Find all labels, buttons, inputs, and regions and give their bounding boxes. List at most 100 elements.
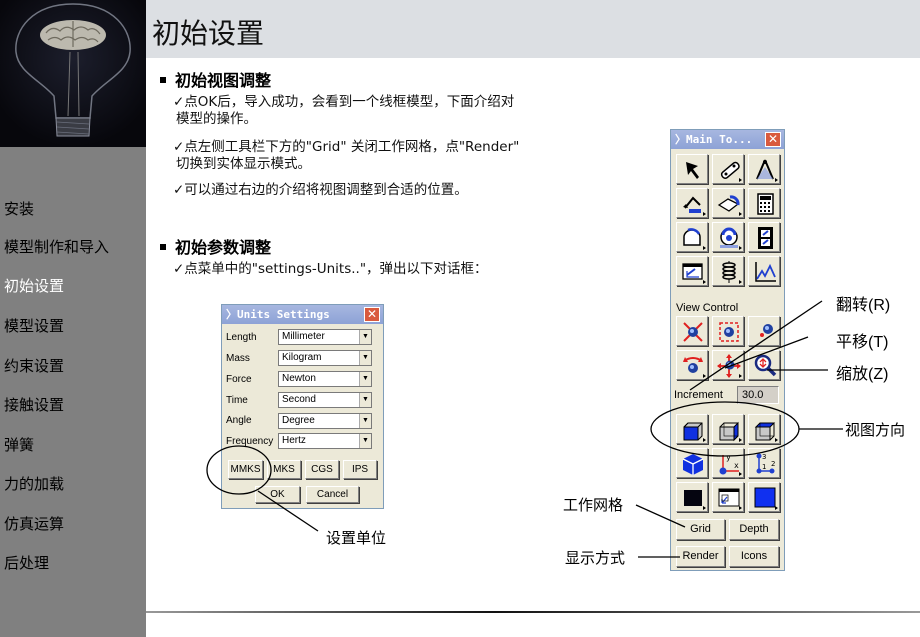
- flyout-arrow-icon: [703, 246, 706, 250]
- close-icon[interactable]: ✕: [765, 132, 781, 147]
- zoom-window-button[interactable]: [712, 316, 744, 346]
- mass-value: Kilogram: [282, 352, 322, 363]
- icons-button[interactable]: Icons: [729, 546, 779, 567]
- ok-button[interactable]: OK: [255, 486, 300, 503]
- force-value: Newton: [282, 373, 316, 384]
- time-select[interactable]: Second ▼: [278, 392, 372, 408]
- calculator-button[interactable]: [748, 188, 780, 218]
- center-view-button[interactable]: [748, 316, 780, 346]
- sidebar-item-model-setup[interactable]: 模型设置: [4, 315, 64, 336]
- chevron-down-icon: ▼: [359, 330, 371, 344]
- film-icon: [758, 227, 773, 249]
- flyout-arrow-icon: [739, 212, 742, 216]
- toolbar-titlebar[interactable]: 〉Main To... ✕: [671, 130, 784, 149]
- sidebar-item-initial-setup[interactable]: 初始设置: [4, 275, 64, 296]
- bullet-text: ✓可以通过右边的介绍将视图调整到合适的位置。: [173, 182, 468, 198]
- arrow-cursor-icon: [686, 162, 699, 179]
- mass-select[interactable]: Kilogram ▼: [278, 350, 372, 366]
- force-label: Force: [226, 374, 252, 385]
- cancel-button[interactable]: Cancel: [306, 486, 359, 503]
- constraint-tool-button[interactable]: [712, 188, 744, 218]
- sidebar-item-simulation[interactable]: 仿真运算: [4, 513, 64, 534]
- chart-line-icon: [755, 262, 776, 282]
- joint-tool-button[interactable]: [676, 188, 708, 218]
- app-logo-icon: 〉: [226, 308, 237, 321]
- rotate-view-button[interactable]: [676, 350, 708, 380]
- property-button[interactable]: [676, 256, 708, 286]
- dialog-titlebar[interactable]: 〉Units Settings ✕: [222, 305, 383, 324]
- sidebar-item-postprocess[interactable]: 后处理: [4, 552, 49, 573]
- callout-zoom: 缩放(Z): [836, 366, 889, 383]
- sidebar-item-install[interactable]: 安装: [4, 198, 34, 219]
- units-settings-dialog: 〉Units Settings ✕ Length Millimeter ▼ Mas…: [221, 304, 384, 509]
- title-band: 初始设置: [146, 0, 920, 58]
- top-view-button[interactable]: [748, 414, 780, 444]
- chevron-down-icon: ▼: [359, 351, 371, 365]
- length-select[interactable]: Millimeter ▼: [278, 329, 372, 345]
- flyout-arrow-icon: [739, 438, 742, 442]
- flyout-arrow-icon: [775, 178, 778, 182]
- flyout-arrow-icon: [739, 246, 742, 250]
- close-icon[interactable]: ✕: [364, 307, 380, 322]
- view-control-label: View Control: [676, 302, 739, 314]
- magnifier-icon: [754, 354, 777, 377]
- spring-tool-button[interactable]: [712, 256, 744, 286]
- flyout-arrow-icon: [775, 506, 778, 510]
- axes-button[interactable]: yx: [712, 448, 744, 478]
- flyout-arrow-icon: [703, 374, 706, 378]
- square-bullet-icon: [160, 243, 166, 250]
- three-point-view-button[interactable]: 3 12: [748, 448, 780, 478]
- chevron-down-icon: ▼: [359, 372, 371, 386]
- measure-tool-button[interactable]: [748, 154, 780, 184]
- force-select[interactable]: Newton ▼: [278, 371, 372, 387]
- chevron-down-icon: ▼: [359, 393, 371, 407]
- force-tool-button[interactable]: [676, 222, 708, 252]
- background-color-button[interactable]: [676, 482, 708, 512]
- svg-text:1: 1: [762, 463, 766, 471]
- frequency-label: Frequency: [226, 436, 274, 447]
- flyout-arrow-icon: [775, 438, 778, 442]
- svg-text:3: 3: [762, 453, 766, 461]
- fit-view-button[interactable]: [676, 316, 708, 346]
- frequency-value: Hertz: [282, 435, 306, 446]
- sidebar-item-force-loading[interactable]: 力的加载: [4, 473, 64, 494]
- mks-button[interactable]: MKS: [267, 460, 301, 479]
- time-value: Second: [282, 394, 316, 405]
- animation-button[interactable]: [748, 222, 780, 252]
- depth-button[interactable]: Depth: [729, 519, 779, 540]
- front-view-button[interactable]: [676, 414, 708, 444]
- svg-text:x: x: [734, 461, 739, 470]
- calculator-icon: [757, 193, 774, 215]
- increment-input[interactable]: 30.0: [737, 386, 779, 404]
- sidebar-item-constraint-setup[interactable]: 约束设置: [4, 355, 64, 376]
- callout-view-direction: 视图方向: [845, 421, 906, 439]
- pan-view-button[interactable]: [712, 350, 744, 380]
- flyout-arrow-icon: [739, 506, 742, 510]
- select-tool-button[interactable]: [676, 154, 708, 184]
- flyout-arrow-icon: [739, 280, 742, 284]
- flyout-arrow-icon: [739, 472, 742, 476]
- zoom-view-button[interactable]: [748, 350, 780, 380]
- angle-value: Degree: [282, 415, 315, 426]
- svg-text:y: y: [726, 453, 731, 462]
- sidebar-item-spring[interactable]: 弹簧: [4, 434, 34, 455]
- frequency-select[interactable]: Hertz ▼: [278, 433, 372, 449]
- angle-select[interactable]: Degree ▼: [278, 413, 372, 429]
- ips-button[interactable]: IPS: [343, 460, 377, 479]
- sidebar-item-model-import[interactable]: 模型制作和导入: [4, 236, 109, 257]
- cgs-button[interactable]: CGS: [305, 460, 339, 479]
- side-view-button[interactable]: [712, 414, 744, 444]
- render-button[interactable]: Render: [676, 546, 725, 567]
- time-label: Time: [226, 395, 248, 406]
- length-value: Millimeter: [282, 331, 325, 342]
- iso-view-button[interactable]: [676, 448, 708, 478]
- bullet-text: ✓点OK后，导入成功，会看到一个线框模型，下面介绍对: [173, 94, 515, 110]
- sidebar-item-contact-setup[interactable]: 接触设置: [4, 394, 64, 415]
- link-tool-button[interactable]: [712, 154, 744, 184]
- plot-button[interactable]: [748, 256, 780, 286]
- body-color-button[interactable]: [748, 482, 780, 512]
- motor-tool-button[interactable]: [712, 222, 744, 252]
- mmks-button[interactable]: MMKS: [228, 460, 263, 479]
- grid-button[interactable]: Grid: [676, 519, 725, 540]
- window-layout-button[interactable]: [712, 482, 744, 512]
